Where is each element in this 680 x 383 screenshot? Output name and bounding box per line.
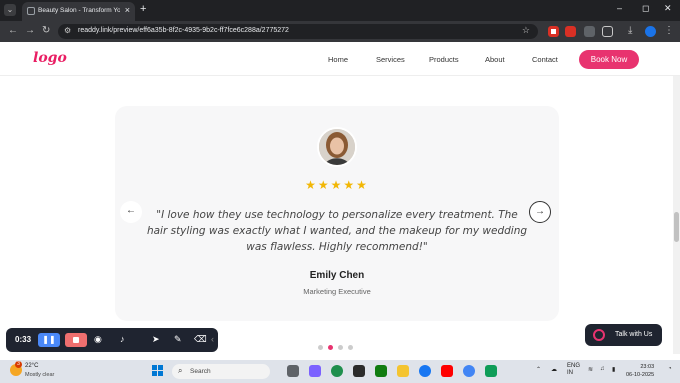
profile-avatar[interactable]	[645, 26, 656, 37]
recording-time: 0:33	[15, 335, 32, 344]
book-now-button[interactable]: Book Now	[579, 50, 639, 69]
maximize-button[interactable]: ◻	[642, 3, 649, 14]
cloud-icon[interactable]: ☁	[551, 366, 557, 373]
app-icon[interactable]	[485, 365, 497, 377]
weather-condition[interactable]: Mostly clear	[25, 372, 54, 378]
youtube-icon[interactable]	[441, 365, 453, 377]
lang-bottom: IN	[567, 370, 573, 376]
tab-close-icon[interactable]: ×	[125, 5, 130, 15]
wifi-icon[interactable]: ≋	[588, 366, 593, 373]
carousel-dot[interactable]	[318, 345, 323, 350]
clock-date: 06-10-2025	[626, 372, 655, 378]
taskbar-search[interactable]: ⌕ Search	[172, 364, 270, 379]
bookmark-star-icon[interactable]: ☆	[522, 25, 530, 36]
download-icon[interactable]: ⤓	[628, 25, 632, 36]
task-view-icon[interactable]	[287, 365, 299, 377]
carousel-dots	[318, 337, 358, 355]
pause-button[interactable]: ❚❚	[38, 333, 60, 347]
weather-badge: 3	[15, 361, 22, 368]
testimonial-card: ★★★★★ "I love how they use technology to…	[115, 106, 559, 321]
language-indicator[interactable]: ENG IN	[567, 363, 580, 377]
carousel-dot[interactable]	[338, 345, 343, 350]
clock-time: 23:03	[640, 364, 655, 370]
store-icon[interactable]	[375, 365, 387, 377]
search-placeholder: Search	[190, 368, 211, 375]
carousel-dot-active[interactable]	[328, 345, 333, 350]
tab-favicon-icon	[27, 7, 35, 15]
eraser-icon[interactable]: ⌫	[194, 334, 207, 345]
cursor-icon[interactable]: ➤	[152, 334, 160, 345]
extension-icon[interactable]	[548, 26, 559, 37]
chrome-icon[interactable]	[463, 365, 475, 377]
nav-services[interactable]: Services	[376, 55, 405, 64]
site-logo[interactable]: logo	[33, 50, 67, 66]
address-bar[interactable]: ⚙ readdy.link/preview/eff6a35b-8f2c-4935…	[58, 24, 538, 39]
headset-icon	[593, 329, 605, 341]
browser-toolbar: ← → ↻ ⚙ readdy.link/preview/eff6a35b-8f2…	[0, 21, 680, 42]
nav-contact[interactable]: Contact	[532, 55, 558, 64]
page-scrollbar[interactable]	[673, 76, 680, 354]
nav-products[interactable]: Products	[429, 55, 459, 64]
dell-icon[interactable]	[353, 365, 365, 377]
nav-about[interactable]: About	[485, 55, 505, 64]
forward-icon[interactable]: →	[25, 25, 35, 36]
next-arrow-icon[interactable]: →	[529, 201, 551, 223]
browser-tab-strip: ⌄ Beauty Salon - Transform Your Beauty ×…	[0, 0, 680, 21]
extensions-puzzle-icon[interactable]	[602, 26, 613, 37]
extension-icon[interactable]	[584, 26, 595, 37]
browser-tab[interactable]: Beauty Salon - Transform Your Beauty ×	[22, 2, 135, 21]
testimonial-avatar	[317, 127, 357, 167]
new-tab-button[interactable]: +	[140, 3, 146, 15]
windows-taskbar: 3 22°C Mostly clear ⌕ Search ⌃ ☁ ENG IN …	[0, 360, 680, 383]
collapse-icon[interactable]: ‹	[211, 334, 214, 344]
tray-chevron-icon[interactable]: ⌃	[536, 366, 541, 373]
facebook-icon[interactable]	[419, 365, 431, 377]
prev-arrow-icon[interactable]: ←	[120, 201, 142, 223]
battery-icon[interactable]: ▮	[612, 366, 615, 373]
rating-stars: ★★★★★	[305, 178, 369, 192]
site-header: logo Home Services Products About Contac…	[0, 42, 680, 76]
weather-temp[interactable]: 22°C	[25, 363, 38, 369]
minimize-button[interactable]: –	[617, 3, 622, 13]
menu-dots-icon[interactable]: ⋮	[664, 25, 674, 36]
talk-with-us-button[interactable]: Talk with Us	[585, 324, 662, 346]
file-explorer-icon[interactable]	[397, 365, 409, 377]
back-icon[interactable]: ←	[8, 25, 18, 36]
notification-bell-icon[interactable]: ◔	[668, 366, 672, 372]
lang-top: ENG	[567, 363, 581, 369]
url-text[interactable]: readdy.link/preview/eff6a35b-8f2c-4935-9…	[78, 27, 289, 34]
testimonial-role: Marketing Executive	[303, 287, 371, 296]
search-icon: ⌕	[178, 366, 183, 375]
carousel-dot[interactable]	[348, 345, 353, 350]
camera-icon[interactable]: ◉	[94, 334, 102, 345]
reload-icon[interactable]: ↻	[42, 25, 50, 36]
nav-home[interactable]: Home	[328, 55, 348, 64]
copilot-icon[interactable]	[309, 365, 321, 377]
stop-button[interactable]	[65, 333, 87, 347]
mic-icon[interactable]: ♪	[120, 334, 125, 344]
scrollbar-thumb[interactable]	[674, 212, 679, 242]
tab-search-button[interactable]: ⌄	[4, 4, 16, 16]
start-windows-icon[interactable]	[152, 365, 164, 377]
close-window-button[interactable]: ✕	[664, 3, 672, 14]
testimonial-quote: "I love how they use technology to perso…	[146, 209, 528, 253]
talk-with-us-label: Talk with Us	[615, 331, 653, 338]
pen-icon[interactable]: ✎	[174, 334, 182, 345]
volume-icon[interactable]: ♫	[600, 366, 605, 372]
tab-title: Beauty Salon - Transform Your Beauty	[38, 7, 120, 14]
edge-icon[interactable]	[331, 365, 343, 377]
recorder-toolbar: 0:33 ❚❚ ◉ ♪ ➤ ✎ ⌫ ‹	[6, 328, 218, 352]
testimonial-name: Emily Chen	[309, 270, 365, 281]
taskbar-clock[interactable]: 23:03 06-10-2025	[626, 363, 654, 379]
extension-icon[interactable]	[565, 26, 576, 37]
site-info-icon[interactable]: ⚙	[64, 26, 71, 35]
